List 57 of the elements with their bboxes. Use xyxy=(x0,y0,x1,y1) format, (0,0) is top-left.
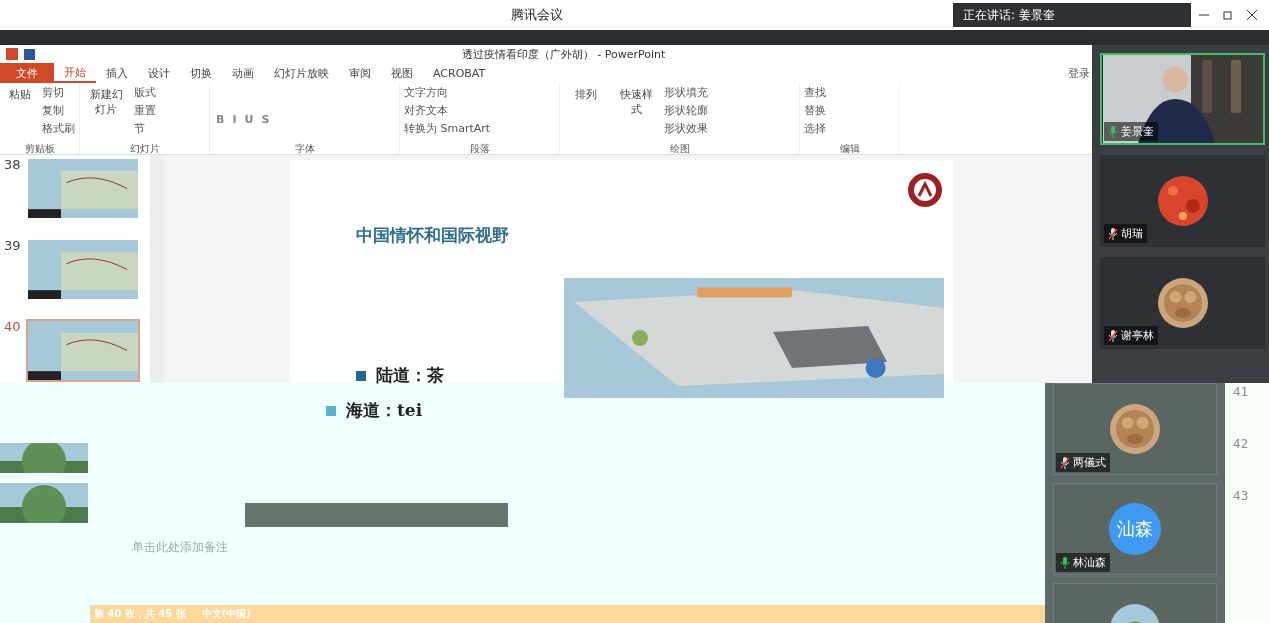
close-icon[interactable] xyxy=(1247,10,1257,20)
emblem-icon xyxy=(907,172,943,208)
ribbon-button[interactable]: 节 xyxy=(134,121,156,136)
ribbon-button[interactable]: 选择 xyxy=(804,121,826,136)
ribbon-button[interactable]: 形状轮廓 xyxy=(664,103,708,118)
ribbon-button[interactable]: 版式 xyxy=(134,85,156,100)
app-icon xyxy=(6,48,18,60)
group-label: 段落 xyxy=(468,142,491,154)
slide-number: 39 xyxy=(4,238,20,253)
format-button[interactable]: B xyxy=(214,113,227,126)
ribbon-button[interactable]: 排列 xyxy=(564,85,608,104)
ribbon-button[interactable]: 对齐文本 xyxy=(404,103,491,118)
group-label: 绘图 xyxy=(668,142,691,154)
slide-number: 42 xyxy=(1233,437,1250,451)
group-label: 字体 xyxy=(293,142,316,154)
ribbon-button[interactable]: 剪切 xyxy=(42,85,75,100)
participant-name: 谢亭林 xyxy=(1121,328,1154,343)
ribbon-button[interactable]: 格式刷 xyxy=(42,121,75,136)
login-link[interactable]: 登录 xyxy=(1068,63,1092,83)
slide-number: 41 xyxy=(1233,385,1250,399)
ribbon-button[interactable]: 形状效果 xyxy=(664,121,708,136)
status-text: 第 40 张，共 45 张 xyxy=(94,607,186,621)
format-button[interactable]: I xyxy=(230,113,239,126)
participant-name: 林汕森 xyxy=(1073,555,1106,570)
format-button[interactable]: U xyxy=(242,113,256,126)
format-button[interactable]: S xyxy=(259,113,272,126)
ribbon-button[interactable]: 新建幻灯片 xyxy=(84,85,128,119)
speaking-indicator: 正在讲话: 姜景奎 xyxy=(953,3,1191,27)
window-title: 透过疫情看印度（广外胡） - PowerPoint xyxy=(461,46,666,62)
scrollbar[interactable] xyxy=(150,155,164,383)
slide-number: 43 xyxy=(1233,489,1250,503)
file-tab[interactable]: 文件 xyxy=(0,63,54,83)
ribbon-button[interactable]: 复制 xyxy=(42,103,75,118)
save-icon[interactable] xyxy=(24,48,35,60)
participant-name: 姜景奎 xyxy=(1121,124,1154,139)
ribbon-button[interactable]: 文字方向 xyxy=(404,85,491,100)
ribbon-button[interactable]: 替换 xyxy=(804,103,826,118)
ribbon-button[interactable]: 查找 xyxy=(804,85,826,100)
ribbon-button[interactable]: 转换为 SmartArt xyxy=(404,121,491,136)
slide-title: 中国情怀和国际视野 xyxy=(356,225,509,245)
slide-number: 38 xyxy=(4,157,20,172)
group-label: 幻灯片 xyxy=(128,142,161,154)
avatar: 汕森 xyxy=(1109,503,1161,555)
bullet-text: 陆道：茶 xyxy=(356,364,444,387)
bullet-text: 海道：tei xyxy=(326,399,1045,422)
participant-name: 两儀式 xyxy=(1073,455,1106,470)
ribbon-button[interactable]: 形状填充 xyxy=(664,85,708,100)
slide-number: 40 xyxy=(4,319,20,334)
restore-icon[interactable] xyxy=(1223,10,1233,20)
ribbon-button[interactable]: 重置 xyxy=(134,103,156,118)
group-label: 编辑 xyxy=(838,142,861,154)
meeting-title: 腾讯会议 xyxy=(509,6,564,24)
group-label: 剪贴板 xyxy=(23,142,56,154)
ribbon-button[interactable]: 粘贴 xyxy=(4,85,36,104)
ribbon-button[interactable]: 快速样式 xyxy=(614,85,658,119)
participant-name: 胡瑞 xyxy=(1121,226,1143,241)
status-text: 中文(中国) xyxy=(201,607,251,621)
